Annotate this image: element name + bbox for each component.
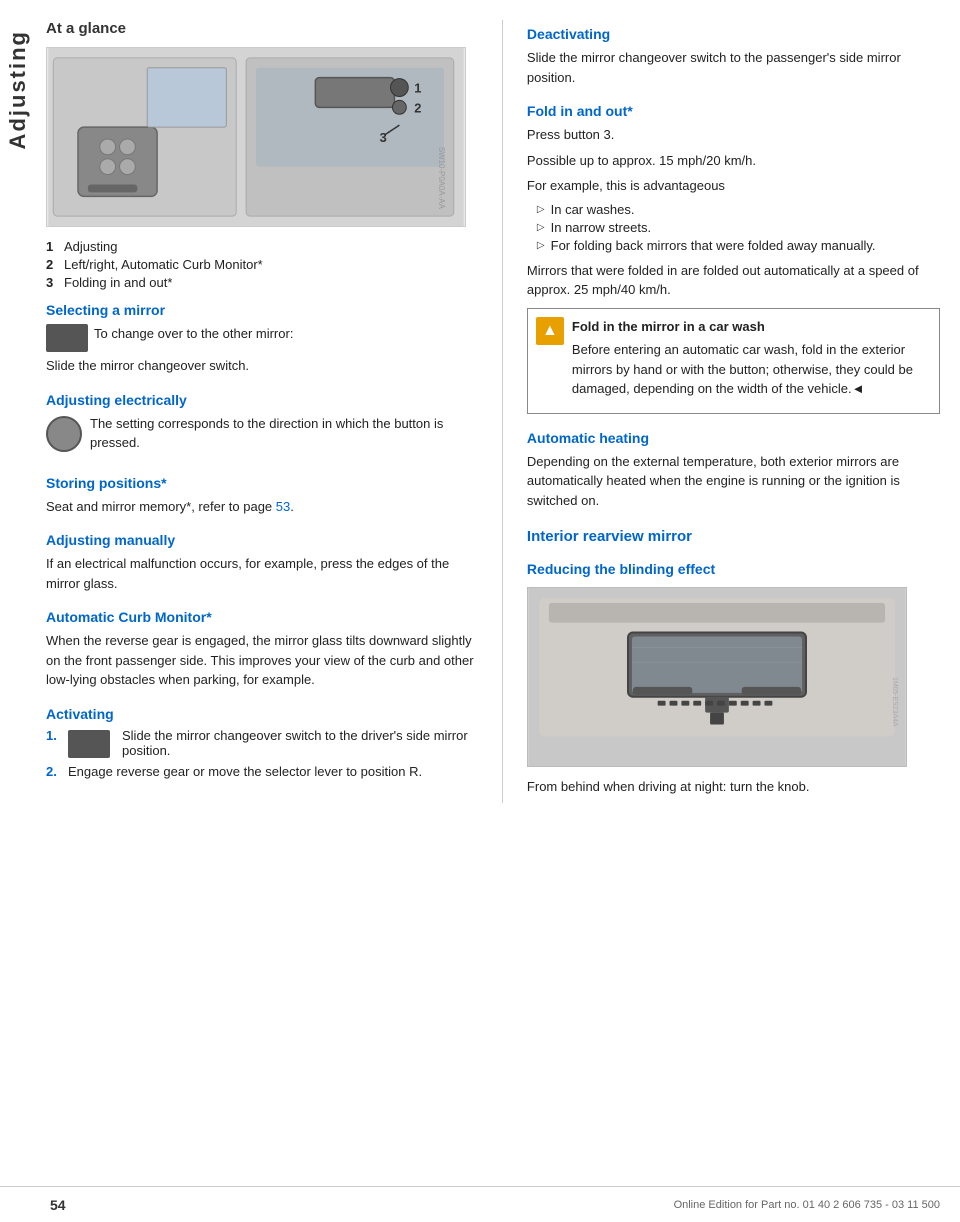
- reducing-blinding-text: From behind when driving at night: turn …: [527, 777, 940, 797]
- svg-text:SW10-P0A0A-AA: SW10-P0A0A-AA: [437, 147, 446, 210]
- warning-heading: Fold in the mirror in a car wash: [572, 317, 931, 337]
- warning-box: ▲ Fold in the mirror in a car wash Befor…: [527, 308, 940, 414]
- activating-step-1-content: Slide the mirror changeover switch to th…: [68, 728, 482, 758]
- mirror-switch-icon: [46, 324, 88, 352]
- svg-text:1: 1: [414, 81, 421, 96]
- online-edition-text: Online Edition for Part no. 01 40 2 606 …: [674, 1199, 940, 1211]
- automatic-heating-heading: Automatic heating: [527, 430, 940, 446]
- selecting-mirror-heading: Selecting a mirror: [46, 302, 482, 318]
- storing-positions-link[interactable]: 53: [276, 499, 290, 514]
- fold-in-out-heading: Fold in and out*: [527, 103, 940, 119]
- list-item-2: 2 Left/right, Automatic Curb Monitor*: [46, 257, 482, 272]
- storing-positions-heading: Storing positions*: [46, 475, 482, 491]
- fold-text-4: Mirrors that were folded in are folded o…: [527, 261, 940, 300]
- item-text-2: Left/right, Automatic Curb Monitor*: [64, 257, 263, 272]
- fold-bullets: In car washes. In narrow streets. For fo…: [537, 202, 940, 253]
- list-item-1: 1 Adjusting: [46, 239, 482, 254]
- interior-mirror-image: 1M05-ES23A4A: [527, 587, 907, 767]
- activating-heading: Activating: [46, 706, 482, 722]
- list-item-3: 3 Folding in and out*: [46, 275, 482, 290]
- activating-step-2-text: Engage reverse gear or move the selector…: [68, 764, 422, 779]
- adjusting-electrically-text: The setting corresponds to the direction…: [90, 414, 482, 453]
- item-number-2: 2: [46, 257, 64, 272]
- fold-text-2: Possible up to approx. 15 mph/20 km/h.: [527, 151, 940, 171]
- automatic-curb-monitor-heading: Automatic Curb Monitor*: [46, 609, 482, 625]
- storing-positions-text: Seat and mirror memory*, refer to page 5…: [46, 497, 482, 517]
- svg-text:2: 2: [414, 100, 421, 115]
- adjusting-manually-heading: Adjusting manually: [46, 532, 482, 548]
- right-column: Deactivating Slide the mirror changeover…: [503, 20, 940, 803]
- svg-text:3: 3: [380, 130, 387, 145]
- fold-text-3: For example, this is advantageous: [527, 176, 940, 196]
- automatic-curb-monitor-text: When the reverse gear is engaged, the mi…: [46, 631, 482, 690]
- adjusting-electrically-block: The setting corresponds to the direction…: [46, 414, 482, 459]
- page-number: 54: [50, 1197, 66, 1213]
- interior-rearview-mirror-heading: Interior rearview mirror: [527, 528, 940, 545]
- selecting-mirror-block: To change over to the other mirror:: [46, 324, 482, 352]
- deactivating-text: Slide the mirror changeover switch to th…: [527, 48, 940, 87]
- warning-icon: ▲: [536, 317, 564, 345]
- item-number-3: 3: [46, 275, 64, 290]
- adjusting-manually-text: If an electrical malfunction occurs, for…: [46, 554, 482, 593]
- side-tab-label: Adjusting: [5, 30, 31, 149]
- warning-content: Fold in the mirror in a car wash Before …: [572, 317, 931, 405]
- page-title: At a glance: [46, 20, 482, 37]
- footer: 54 Online Edition for Part no. 01 40 2 6…: [0, 1186, 960, 1222]
- numbered-items-list: 1 Adjusting 2 Left/right, Automatic Curb…: [46, 239, 482, 290]
- svg-text:1M05-ES23A4A: 1M05-ES23A4A: [891, 677, 898, 727]
- selecting-mirror-text: To change over to the other mirror:: [94, 324, 293, 344]
- mirror-switch-icon-2: [68, 730, 110, 758]
- item-text-3: Folding in and out*: [64, 275, 172, 290]
- adjusting-electrically-heading: Adjusting electrically: [46, 392, 482, 408]
- selecting-mirror-text2: Slide the mirror changeover switch.: [46, 356, 482, 376]
- fold-bullet-1: In car washes.: [537, 202, 940, 217]
- fold-bullet-2: In narrow streets.: [537, 220, 940, 235]
- item-text-1: Adjusting: [64, 239, 117, 254]
- left-column: At a glance: [46, 20, 503, 803]
- side-tab: Adjusting: [0, 0, 36, 1222]
- electric-button-icon: [46, 416, 82, 452]
- activating-step-2: 2. Engage reverse gear or move the selec…: [46, 764, 482, 779]
- automatic-heating-text: Depending on the external temperature, b…: [527, 452, 940, 511]
- deactivating-heading: Deactivating: [527, 26, 940, 42]
- activating-step-1-text: Slide the mirror changeover switch to th…: [122, 728, 482, 758]
- item-number-1: 1: [46, 239, 64, 254]
- fold-text-1: Press button 3.: [527, 125, 940, 145]
- at-a-glance-image: 1 2 3 SW10-P0A0A-AA: [46, 47, 466, 227]
- reducing-blinding-heading: Reducing the blinding effect: [527, 561, 940, 577]
- warning-text: Before entering an automatic car wash, f…: [572, 340, 931, 399]
- fold-bullet-3: For folding back mirrors that were folde…: [537, 238, 940, 253]
- main-content: At a glance: [36, 0, 960, 843]
- activating-steps: 1. Slide the mirror changeover switch to…: [46, 728, 482, 779]
- activating-step-1: 1. Slide the mirror changeover switch to…: [46, 728, 482, 758]
